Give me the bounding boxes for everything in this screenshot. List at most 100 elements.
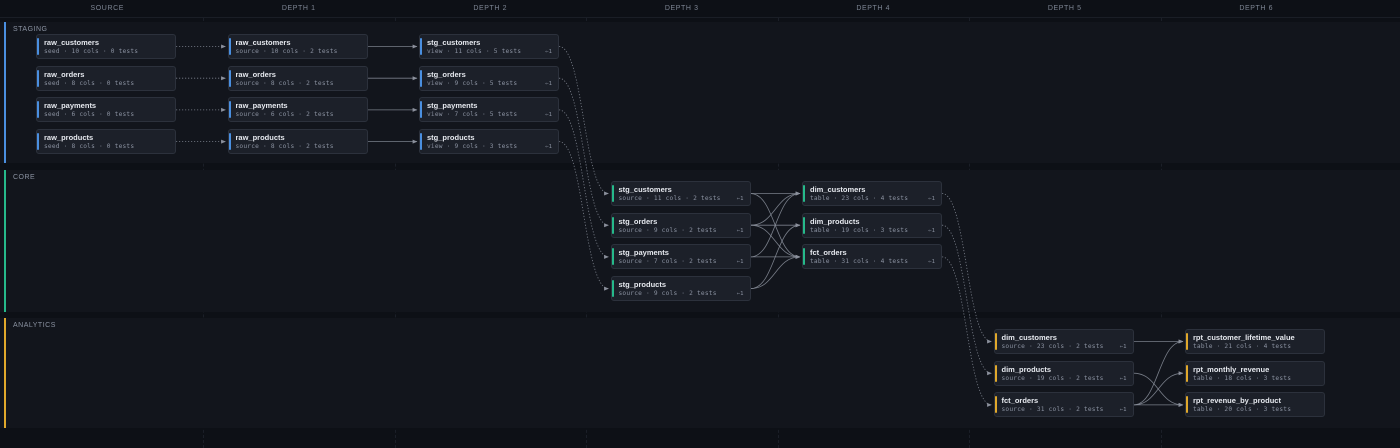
node-name: stg_payments xyxy=(427,101,478,111)
node-meta: source · 9 cols · 2 tests xyxy=(618,290,717,298)
node-name: raw_payments xyxy=(44,101,97,111)
lineage-edge xyxy=(941,256,992,407)
node-color-bar xyxy=(803,185,805,202)
node-d5-dim-products[interactable]: dim_products source · 19 cols · 2 tests ⇐1 xyxy=(993,360,1134,386)
node-name: stg_customers xyxy=(618,185,672,194)
node-name: stg_orders xyxy=(618,216,658,226)
node-d4-dim-customers[interactable]: dim_customers table · 23 cols · 4 tests ⇐1 xyxy=(802,181,942,206)
node-meta: source · 9 cols · 2 tests xyxy=(618,226,717,234)
node-color-bar xyxy=(420,38,422,55)
node-meta: table · 21 cols · 4 tests xyxy=(1193,343,1292,350)
node-name: stg_payments xyxy=(618,248,669,258)
node-upstream-badge: ⇐1 xyxy=(736,259,744,266)
node-upstream-badge: ⇐1 xyxy=(736,291,744,298)
node-color-bar xyxy=(803,248,805,266)
node-d2-stg-orders[interactable]: stg_orders view · 9 cols · 5 tests ⇐1 xyxy=(419,65,559,91)
node-meta: table · 18 cols · 3 tests xyxy=(1193,374,1292,382)
node-meta: source · 8 cols · 2 tests xyxy=(235,143,334,151)
node-color-bar xyxy=(37,133,39,151)
node-meta: table · 31 cols · 4 tests xyxy=(810,258,909,266)
lineage-edge xyxy=(558,141,609,291)
node-d3-stg-orders[interactable]: stg_orders source · 9 cols · 2 tests ⇐1 xyxy=(610,212,751,238)
lineage-edge xyxy=(941,224,992,376)
node-meta: seed · 10 cols · 0 tests xyxy=(44,48,139,55)
node-color-bar xyxy=(37,101,39,119)
node-d3-stg-products[interactable]: stg_products source · 9 cols · 2 tests ⇐1 xyxy=(610,276,751,302)
node-name: rpt_customer_lifetime_value xyxy=(1193,333,1295,342)
node-d4-dim-products[interactable]: dim_products table · 19 cols · 3 tests ⇐1 xyxy=(802,212,942,238)
lineage-edge xyxy=(750,224,801,259)
node-name: raw_products xyxy=(235,133,285,143)
lineage-edge xyxy=(1133,339,1184,406)
node-color-bar xyxy=(611,248,614,266)
node-color-bar xyxy=(37,69,39,87)
node-name: stg_products xyxy=(427,133,475,143)
node-d6-rpt-monthly[interactable]: rpt_monthly_revenue table · 18 cols · 3 t… xyxy=(1185,360,1325,386)
node-s-raw-orders[interactable]: raw_orders seed · 8 cols · 0 tests xyxy=(36,65,176,91)
node-name: rpt_monthly_revenue xyxy=(1193,364,1270,374)
node-d2-stg-payments[interactable]: stg_payments view · 7 cols · 5 tests ⇐1 xyxy=(419,97,559,123)
lineage-edge xyxy=(558,109,609,259)
node-meta: seed · 8 cols · 0 tests xyxy=(44,79,135,87)
node-name: dim_products xyxy=(810,216,860,226)
node-name: raw_orders xyxy=(44,69,85,79)
node-d2-stg-customers[interactable]: stg_customers view · 11 cols · 5 tests ⇐1 xyxy=(419,34,559,59)
node-name: raw_customers xyxy=(44,38,100,47)
node-meta: source · 7 cols · 2 tests xyxy=(618,258,717,266)
node-d1-raw-payments[interactable]: raw_payments source · 6 cols · 2 tests xyxy=(227,97,368,123)
node-upstream-badge: ⇐1 xyxy=(928,196,935,202)
node-d1-raw-customers[interactable]: raw_customers source · 10 cols · 2 tests xyxy=(227,34,368,59)
lineage-edge xyxy=(750,191,801,226)
node-meta: source · 6 cols · 2 tests xyxy=(235,111,334,119)
node-d6-rpt-rev-product[interactable]: rpt_revenue_by_product table · 20 cols · … xyxy=(1185,392,1325,418)
node-upstream-badge: ⇐1 xyxy=(1119,375,1127,382)
node-meta: seed · 8 cols · 0 tests xyxy=(44,143,135,151)
node-d2-stg-products[interactable]: stg_products view · 9 cols · 3 tests ⇐1 xyxy=(419,129,559,155)
node-name: dim_customers xyxy=(810,185,866,194)
node-meta: view · 9 cols · 3 tests xyxy=(427,143,518,151)
node-meta: source · 23 cols · 2 tests xyxy=(1001,343,1104,350)
node-meta: table · 20 cols · 3 tests xyxy=(1193,406,1292,414)
node-color-bar xyxy=(994,396,997,414)
node-meta: source · 11 cols · 2 tests xyxy=(618,195,721,202)
node-name: stg_orders xyxy=(427,69,466,79)
node-upstream-badge: ⇐1 xyxy=(545,49,552,55)
node-d4-fct-orders[interactable]: fct_orders table · 31 cols · 4 tests ⇐1 xyxy=(802,244,942,270)
node-color-bar xyxy=(994,364,997,382)
node-color-bar xyxy=(37,38,39,55)
node-color-bar xyxy=(228,38,231,55)
node-color-bar xyxy=(420,69,422,87)
node-d3-stg-customers[interactable]: stg_customers source · 11 cols · 2 tests ⇐… xyxy=(610,181,751,206)
node-upstream-badge: ⇐1 xyxy=(545,80,552,87)
node-s-raw-products[interactable]: raw_products seed · 8 cols · 0 tests xyxy=(36,129,176,155)
lineage-edge xyxy=(558,77,609,228)
node-d1-raw-products[interactable]: raw_products source · 8 cols · 2 tests xyxy=(227,129,368,155)
node-d5-dim-customers[interactable]: dim_customers source · 23 cols · 2 tests ⇐… xyxy=(993,329,1134,354)
node-name: fct_orders xyxy=(1001,396,1039,406)
node-name: stg_products xyxy=(618,280,667,290)
node-meta: source · 8 cols · 2 tests xyxy=(235,79,334,87)
node-meta: table · 19 cols · 3 tests xyxy=(810,226,909,234)
node-name: raw_customers xyxy=(235,38,291,47)
node-s-raw-payments[interactable]: raw_payments seed · 6 cols · 0 tests xyxy=(36,97,176,123)
node-meta: source · 10 cols · 2 tests xyxy=(235,48,338,55)
lineage-edge xyxy=(941,193,992,344)
node-meta: source · 19 cols · 2 tests xyxy=(1001,374,1104,382)
node-d6-rpt-clv[interactable]: rpt_customer_lifetime_value table · 21 co… xyxy=(1185,329,1325,354)
lineage-edge xyxy=(558,46,609,196)
node-upstream-badge: ⇐1 xyxy=(736,196,744,202)
node-meta: view · 9 cols · 5 tests xyxy=(427,79,518,87)
node-color-bar xyxy=(611,280,614,298)
node-upstream-badge: ⇐1 xyxy=(736,227,744,234)
node-meta: table · 23 cols · 4 tests xyxy=(810,195,909,202)
node-color-bar xyxy=(1186,333,1188,350)
node-d3-stg-payments[interactable]: stg_payments source · 7 cols · 2 tests ⇐1 xyxy=(610,244,751,270)
node-color-bar xyxy=(420,133,422,151)
node-s-raw-customers[interactable]: raw_customers seed · 10 cols · 0 tests xyxy=(36,34,176,59)
node-d5-fct-orders[interactable]: fct_orders source · 31 cols · 2 tests ⇐1 xyxy=(993,392,1134,418)
node-d1-raw-orders[interactable]: raw_orders source · 8 cols · 2 tests xyxy=(227,65,368,91)
node-upstream-badge: ⇐1 xyxy=(1119,344,1127,350)
node-color-bar xyxy=(1186,396,1188,414)
node-color-bar xyxy=(611,185,614,202)
node-meta: view · 11 cols · 5 tests xyxy=(427,48,522,55)
